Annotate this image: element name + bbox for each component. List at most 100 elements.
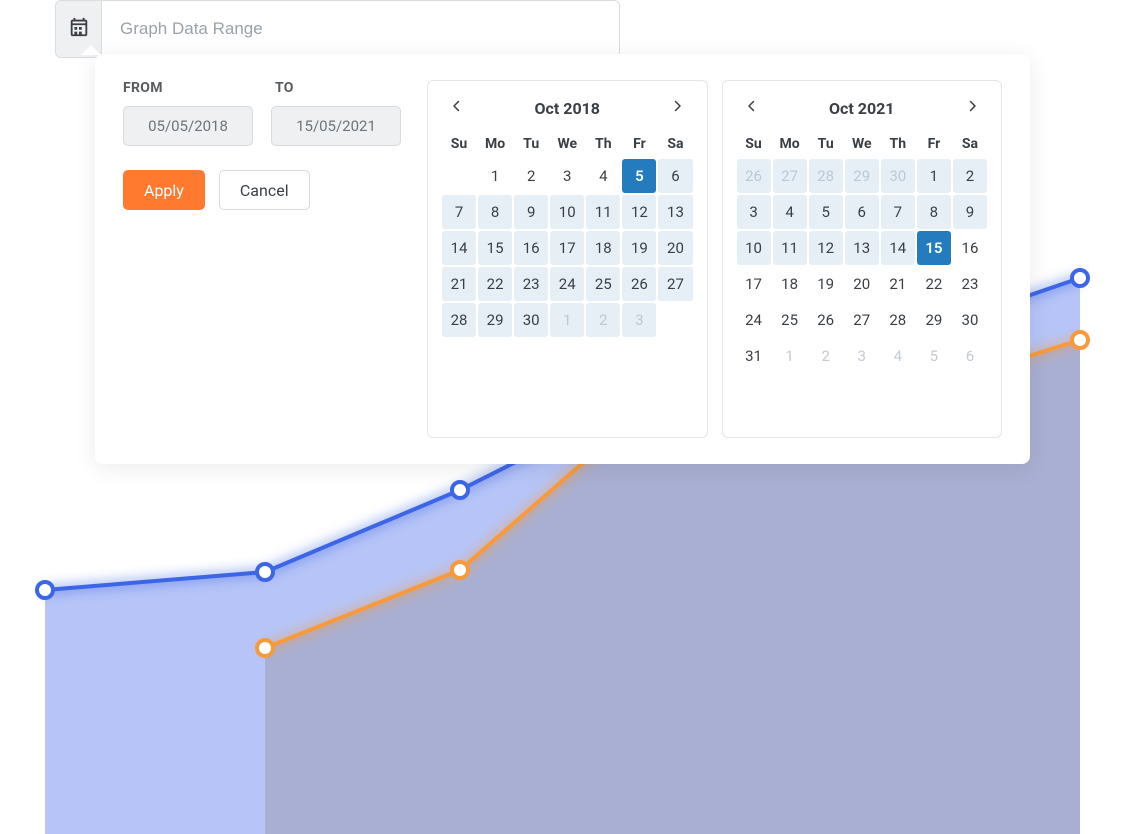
- calendar-day[interactable]: 19: [622, 231, 656, 265]
- calendar-day[interactable]: 15: [917, 231, 951, 265]
- calendar-day[interactable]: 9: [953, 195, 987, 229]
- calendar-day[interactable]: 12: [809, 231, 843, 265]
- from-label: FROM: [123, 80, 251, 96]
- calendar-dow: Su: [442, 131, 476, 157]
- from-date-field[interactable]: 05/05/2018: [123, 106, 253, 146]
- calendar-day[interactable]: 3: [845, 339, 879, 373]
- calendar-day[interactable]: 29: [845, 159, 879, 193]
- arrow-right-icon: [668, 97, 686, 119]
- calendar-day[interactable]: 1: [917, 159, 951, 193]
- calendar-day[interactable]: 2: [514, 159, 548, 193]
- date-range-input-bar[interactable]: [55, 0, 620, 58]
- calendar-day[interactable]: 14: [881, 231, 915, 265]
- apply-button[interactable]: Apply: [123, 170, 205, 210]
- calendar-day[interactable]: 14: [442, 231, 476, 265]
- calendar-day[interactable]: 19: [809, 267, 843, 301]
- calendar-day[interactable]: 22: [478, 267, 512, 301]
- calendar-day[interactable]: 11: [586, 195, 620, 229]
- calendar-day[interactable]: 9: [514, 195, 548, 229]
- calendar-day[interactable]: 20: [658, 231, 692, 265]
- calendar-day[interactable]: 20: [845, 267, 879, 301]
- to-date-field[interactable]: 15/05/2021: [271, 106, 401, 146]
- calendar-day[interactable]: 22: [917, 267, 951, 301]
- calendar-day[interactable]: 24: [550, 267, 584, 301]
- calendar-day[interactable]: 28: [809, 159, 843, 193]
- calendar-day[interactable]: 3: [737, 195, 771, 229]
- calendar-day[interactable]: 11: [773, 231, 807, 265]
- calendar-day[interactable]: 5: [622, 159, 656, 193]
- calendar-day[interactable]: 18: [586, 231, 620, 265]
- calendar-day[interactable]: 21: [442, 267, 476, 301]
- calendar-day[interactable]: 17: [550, 231, 584, 265]
- calendar-day[interactable]: 7: [881, 195, 915, 229]
- calendar-day[interactable]: 15: [478, 231, 512, 265]
- calendar-icon: [68, 16, 90, 42]
- calendar-day[interactable]: 10: [737, 231, 771, 265]
- calendar-day[interactable]: 1: [550, 303, 584, 337]
- calendar-day[interactable]: 12: [622, 195, 656, 229]
- calendar-day[interactable]: 29: [478, 303, 512, 337]
- calendar-day[interactable]: 2: [953, 159, 987, 193]
- calendar-day[interactable]: 6: [953, 339, 987, 373]
- calendar-day[interactable]: 25: [586, 267, 620, 301]
- calendar-dow: Mo: [773, 131, 807, 157]
- calendar-dow: Th: [881, 131, 915, 157]
- calendar-day[interactable]: 26: [737, 159, 771, 193]
- calendar-to: Oct 2021SuMoTuWeThFrSa262728293012345678…: [722, 80, 1003, 438]
- calendar-day[interactable]: 26: [622, 267, 656, 301]
- calendar-day[interactable]: 17: [737, 267, 771, 301]
- calendar-day[interactable]: 24: [737, 303, 771, 337]
- calendar-day[interactable]: 16: [514, 231, 548, 265]
- calendar-day[interactable]: 31: [737, 339, 771, 373]
- calendar-next-button[interactable]: [664, 95, 690, 121]
- calendar-day[interactable]: 6: [845, 195, 879, 229]
- calendar-from: Oct 2018SuMoTuWeThFrSa123456789101112131…: [427, 80, 708, 438]
- cancel-button[interactable]: Cancel: [219, 170, 310, 210]
- calendar-prev-button[interactable]: [444, 95, 470, 121]
- calendar-day[interactable]: 28: [881, 303, 915, 337]
- calendar-day[interactable]: 8: [917, 195, 951, 229]
- calendar-day[interactable]: 29: [917, 303, 951, 337]
- calendar-day[interactable]: 27: [773, 159, 807, 193]
- calendar-prev-button[interactable]: [739, 95, 765, 121]
- calendar-day[interactable]: 8: [478, 195, 512, 229]
- calendar-day[interactable]: 26: [809, 303, 843, 337]
- calendar-day[interactable]: 27: [658, 267, 692, 301]
- calendar-day[interactable]: 2: [809, 339, 843, 373]
- calendar-dow: Tu: [514, 131, 548, 157]
- date-range-input[interactable]: [102, 1, 619, 57]
- calendar-day[interactable]: 28: [442, 303, 476, 337]
- calendar-day[interactable]: 30: [514, 303, 548, 337]
- calendar-day[interactable]: 10: [550, 195, 584, 229]
- calendar-day[interactable]: 4: [881, 339, 915, 373]
- calendar-day[interactable]: 23: [514, 267, 548, 301]
- calendar-dow: Fr: [622, 131, 656, 157]
- calendar-day[interactable]: 25: [773, 303, 807, 337]
- calendar-dow: We: [845, 131, 879, 157]
- to-label: TO: [275, 80, 403, 96]
- calendar-day[interactable]: 1: [478, 159, 512, 193]
- calendar-day[interactable]: 21: [881, 267, 915, 301]
- calendar-day[interactable]: 13: [845, 231, 879, 265]
- calendar-day[interactable]: 7: [442, 195, 476, 229]
- calendar-day[interactable]: 3: [550, 159, 584, 193]
- calendar-title: Oct 2018: [535, 99, 600, 118]
- calendar-dow: Sa: [953, 131, 987, 157]
- calendar-day[interactable]: 5: [809, 195, 843, 229]
- calendar-day[interactable]: 2: [586, 303, 620, 337]
- calendar-day[interactable]: 30: [881, 159, 915, 193]
- calendar-day[interactable]: 13: [658, 195, 692, 229]
- calendar-day[interactable]: 3: [622, 303, 656, 337]
- calendar-day[interactable]: 4: [586, 159, 620, 193]
- calendar-day[interactable]: 4: [773, 195, 807, 229]
- calendar-day[interactable]: 16: [953, 231, 987, 265]
- calendar-day[interactable]: 30: [953, 303, 987, 337]
- calendar-day[interactable]: 27: [845, 303, 879, 337]
- calendar-day[interactable]: 23: [953, 267, 987, 301]
- calendar-day[interactable]: 1: [773, 339, 807, 373]
- calendar-day[interactable]: 5: [917, 339, 951, 373]
- calendar-day[interactable]: 18: [773, 267, 807, 301]
- calendar-day[interactable]: 6: [658, 159, 692, 193]
- arrow-right-icon: [963, 97, 981, 119]
- calendar-next-button[interactable]: [959, 95, 985, 121]
